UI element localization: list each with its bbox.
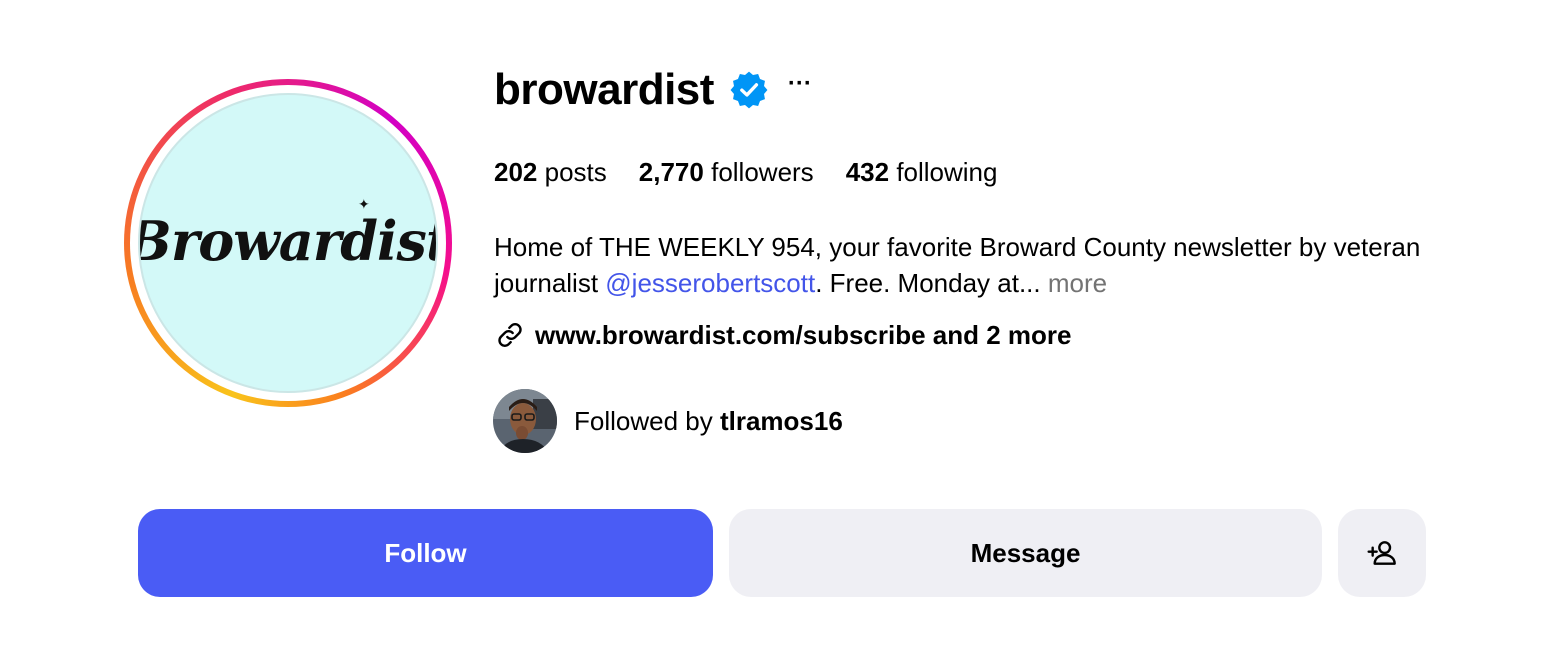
sparkle-icon: ✦ — [358, 196, 370, 212]
message-button[interactable]: Message — [729, 509, 1322, 597]
profile-avatar[interactable]: Browardist ✦ — [124, 79, 452, 407]
suggested-accounts-button[interactable] — [1338, 509, 1426, 597]
following-count-label: following — [896, 156, 998, 187]
followers-count-label: followers — [711, 156, 814, 187]
followers-count-value: 2,770 — [638, 156, 704, 187]
follow-button[interactable]: Follow — [138, 509, 713, 597]
avatar-logo-text: Browardist — [138, 209, 438, 273]
follower-avatar — [493, 389, 557, 453]
followed-by[interactable]: Followed by tlramos16 — [493, 389, 843, 453]
bio-more-link[interactable]: more — [1048, 268, 1107, 298]
profile-username: browardist — [494, 65, 714, 114]
followers-link[interactable]: 2,770 followers — [639, 157, 814, 188]
profile-stats: 202 posts 2,770 followers 432 following — [494, 152, 1029, 192]
bio-mention-link[interactable]: @jesserobertscott — [605, 268, 815, 298]
followed-by-prefix: Followed by — [574, 405, 720, 436]
posts-count-label: posts — [544, 156, 607, 187]
posts-count: 202 posts — [494, 157, 607, 188]
add-person-icon — [1367, 541, 1396, 565]
following-link[interactable]: 432 following — [846, 157, 998, 188]
profile-header: browardist ··· — [494, 62, 812, 118]
followed-by-text: Followed by tlramos16 — [574, 406, 843, 437]
link-icon — [498, 323, 522, 347]
website-link-text: www.browardist.com/subscribe and 2 more — [535, 319, 1072, 350]
profile-website-link[interactable]: www.browardist.com/subscribe and 2 more — [494, 315, 1072, 355]
more-options-icon[interactable]: ··· — [788, 56, 812, 112]
verified-badge-icon — [730, 71, 768, 109]
bio-text-continued: . Free. Monday at... — [815, 268, 1048, 298]
posts-count-value: 202 — [494, 156, 538, 187]
followed-by-username: tlramos16 — [719, 405, 843, 436]
following-count-value: 432 — [845, 156, 890, 187]
profile-bio: Home of THE WEEKLY 954, your favorite Br… — [494, 229, 1434, 301]
avatar-image: Browardist — [138, 93, 438, 393]
